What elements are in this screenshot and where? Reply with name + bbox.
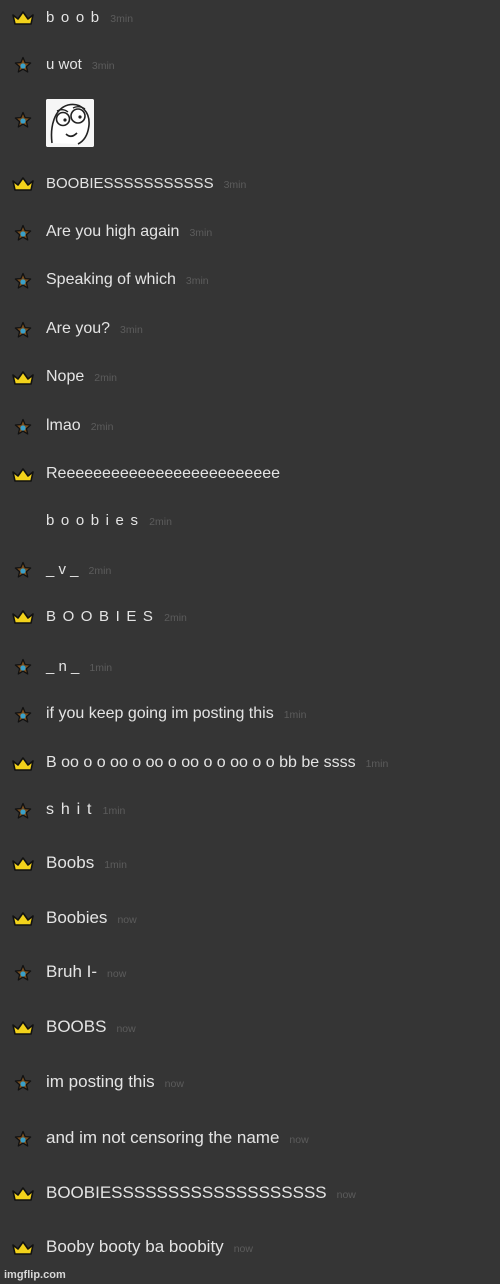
message-timestamp: now [117,914,137,927]
message-timestamp: now [233,1243,253,1256]
message-timestamp: 3min [223,178,247,191]
message-timestamp: 3min [120,324,143,337]
message-timestamp: 2min [94,372,118,385]
message-text: _ n _ [46,657,80,675]
message-text: Nope [46,368,85,386]
message-text: and im not censoring the name [46,1128,280,1148]
message-timestamp: 3min [91,59,115,72]
message-text: B O O B I E S [46,607,155,625]
crown-icon [11,466,35,484]
message-text: b o o b i e s [46,511,140,529]
crown-icon [11,9,35,27]
message-text: b o o b [46,8,101,26]
message-text: Bruh I- [46,962,98,982]
message-timestamp: 3min [185,275,209,288]
message-timestamp: 2min [164,611,187,624]
message-timestamp: 2min [90,421,114,434]
message-timestamp: 1min [102,805,126,818]
message-timestamp: 1min [283,709,307,722]
message-text: if you keep going im posting this [46,705,274,723]
star-icon [11,272,35,290]
message-text: Speaking of which [46,271,176,289]
star-icon [11,706,35,724]
star-icon [11,111,35,129]
message-text: Boobs [46,853,95,873]
meme-image[interactable] [46,99,94,147]
message-text: im posting this [46,1072,155,1092]
star-icon [11,1130,35,1148]
message-text: Are you high again [46,223,180,241]
message-timestamp: 1min [104,859,127,872]
message-timestamp: now [107,968,127,981]
star-icon [11,802,35,820]
message-text: BOOBIESSSSSSSSSSS [46,174,214,192]
message-timestamp: 2min [149,515,172,528]
message-text: s h i t [46,801,93,819]
star-icon [11,1074,35,1092]
message-timestamp: 1min [365,758,389,771]
star-icon [11,964,35,982]
crown-icon [11,1019,35,1037]
star-icon [11,321,35,339]
message-text: B oo o o oo o oo o oo o o oo o o bb be s… [46,754,356,772]
crown-icon [11,910,35,928]
message-timestamp: now [164,1078,184,1091]
chat-log: b o o b 3min u wot 3min BOOBIESSSSSSSSSSS 3mi… [0,0,500,1284]
message-text: lmao [46,417,81,435]
message-text: _ v _ [46,560,79,578]
message-text: BOOBS [46,1017,107,1037]
message-timestamp: 3min [110,12,134,25]
message-text: Reeeeeeeeeeeeeeeeeeeeeeeee [46,465,281,483]
message-timestamp: now [336,1189,356,1202]
star-icon [11,658,35,676]
star-icon [11,561,35,579]
message-text: BOOBIESSSSSSSSSSSSSSSSSSS [46,1183,327,1203]
crown-icon [11,1185,35,1203]
star-icon [11,56,35,74]
crown-icon [11,175,35,193]
crown-icon [11,755,35,773]
crown-icon [11,1239,35,1257]
message-text: Booby booty ba boobity [46,1237,224,1257]
star-icon [11,418,35,436]
message-text: u wot [46,55,82,73]
crown-icon [11,369,35,387]
message-timestamp: 1min [89,661,113,674]
star-icon [11,224,35,242]
message-timestamp: 3min [189,227,213,240]
message-timestamp: 2min [88,564,112,577]
message-text: Are you? [46,320,111,338]
imgflip-watermark: imgflip.com [4,1269,66,1281]
message-timestamp: now [289,1134,309,1147]
crown-icon [11,855,35,873]
message-timestamp: now [116,1023,136,1036]
message-text: Boobies [46,908,108,928]
crown-icon [11,608,35,626]
